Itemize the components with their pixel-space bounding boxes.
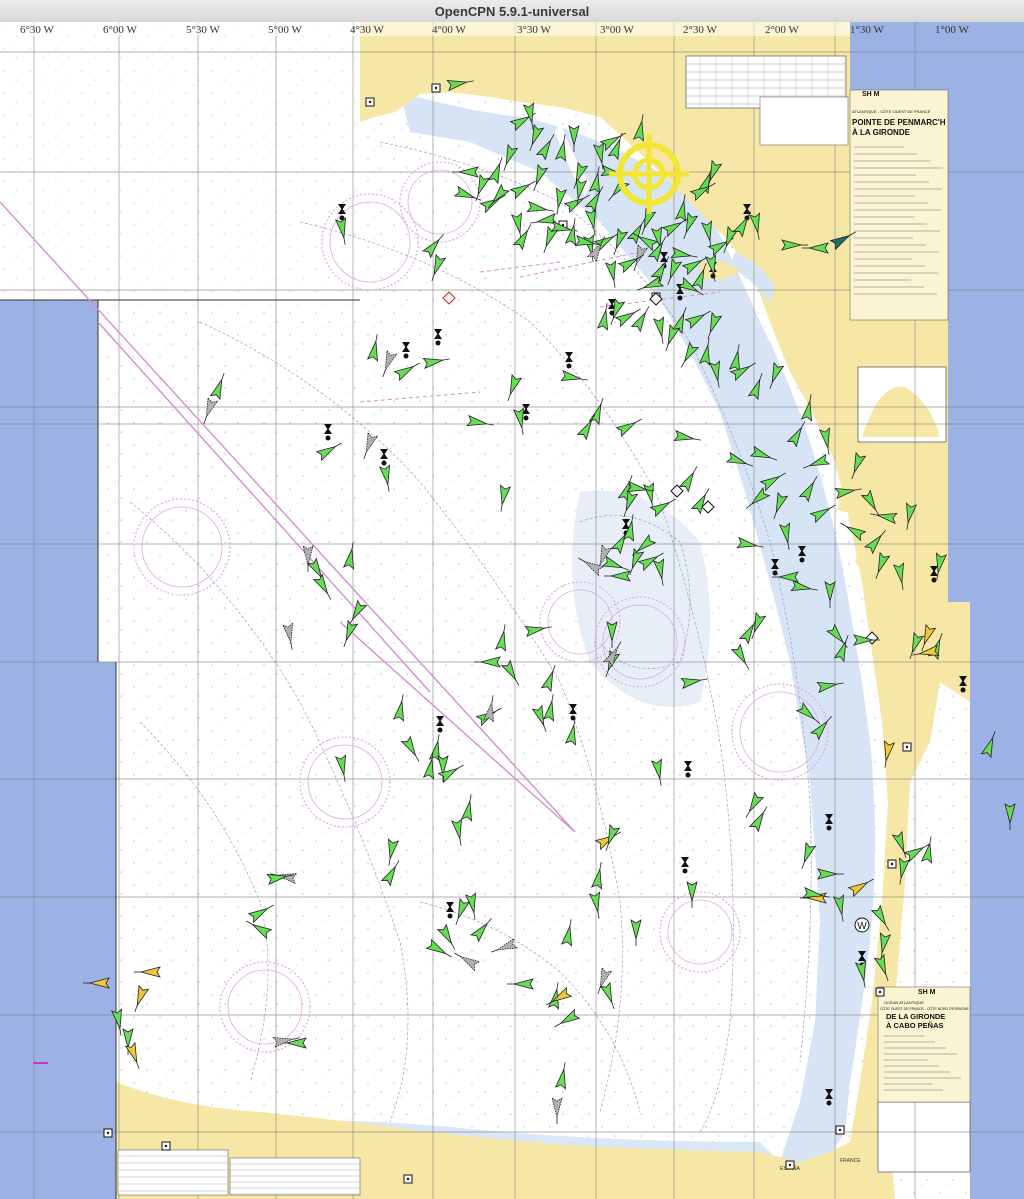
longitude-label: 3°30 W <box>517 24 551 36</box>
longitude-label: 1°30 W <box>850 24 884 36</box>
longitude-label: 5°30 W <box>186 24 220 36</box>
longitude-label: 6°00 W <box>103 24 137 36</box>
cartouche-north-title1: POINTE DE PENMARC'H <box>852 118 946 127</box>
cartouche-south-logo: SH M <box>918 989 936 996</box>
chart-cartouche-north: SH M ATLANTIQUE - CÔTE OUEST DE FRANCE P… <box>849 89 949 321</box>
longitude-scale: 6°30 W 6°00 W 5°30 W 5°00 W 4°30 W 4°00 W 3°30… <box>0 22 969 36</box>
longitude-label: 2°30 W <box>683 24 717 36</box>
longitude-label: 2°00 W <box>765 24 799 36</box>
whistle-buoy-label: W <box>857 921 867 932</box>
cartouche-south-title1: DE LA GIRONDE <box>886 1012 945 1021</box>
chart-svg[interactable]: SH M ATLANTIQUE - CÔTE OUEST DE FRANCE P… <box>0 22 1024 1199</box>
longitude-label: 4°00 W <box>432 24 466 36</box>
cartouche-north-logo: SH M <box>862 91 880 98</box>
chart-canvas[interactable]: SH M ATLANTIQUE - CÔTE OUEST DE FRANCE P… <box>0 22 1024 1199</box>
chart-cartouche-south: SH M OCÉAN ATLANTIQUE CÔTE OUEST DE FRAN… <box>877 986 971 1103</box>
svg-text:ATLANTIQUE - CÔTE OUEST DE FRA: ATLANTIQUE - CÔTE OUEST DE FRANCE <box>852 109 931 114</box>
window-title: OpenCPN 5.9.1-universal <box>434 3 590 19</box>
cartouche-north-title2: À LA GIRONDE <box>852 128 911 137</box>
longitude-label: 5°00 W <box>268 24 302 36</box>
longitude-label: 1°00 W <box>935 24 969 36</box>
svg-text:OCÉAN ATLANTIQUE: OCÉAN ATLANTIQUE <box>884 1000 924 1005</box>
whistle-buoy[interactable]: W <box>854 917 870 933</box>
label-france: FRANCE <box>840 1158 861 1164</box>
longitude-label: 4°30 W <box>350 24 384 36</box>
longitude-label: 6°30 W <box>20 24 54 36</box>
cartouche-south-title2: À CABO PEÑAS <box>886 1021 944 1030</box>
window-titlebar: OpenCPN 5.9.1-universal <box>0 0 1024 23</box>
longitude-label: 3°00 W <box>600 24 634 36</box>
svg-text:CÔTE OUEST DE FRANCE - CÔTE NO: CÔTE OUEST DE FRANCE - CÔTE NORD D'ESPAG… <box>880 1006 969 1011</box>
